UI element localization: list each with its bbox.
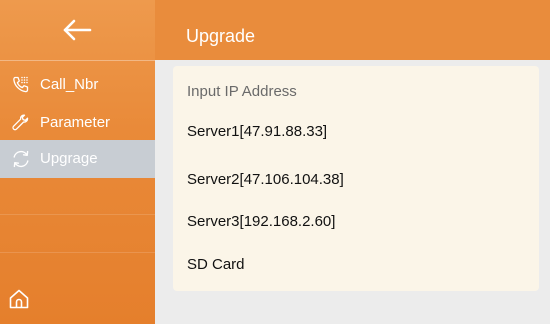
phone-icon	[13, 76, 29, 93]
sidebar-header	[0, 0, 155, 61]
sidebar-item-upgrage[interactable]: Upgrage	[0, 140, 155, 178]
back-arrow-icon	[63, 19, 92, 41]
option-server3[interactable]: Server3[192.168.2.60]	[187, 213, 335, 230]
sidebar-item-parameter[interactable]: Parameter	[0, 104, 155, 142]
option-server1[interactable]: Server1[47.91.88.33]	[187, 123, 327, 140]
wrench-icon	[12, 114, 29, 131]
upgrade-options-card: Input IP Address Server1[47.91.88.33] Se…	[173, 66, 539, 291]
section-heading: Input IP Address	[187, 83, 297, 100]
sidebar-item-label: Upgrage	[40, 150, 98, 167]
refresh-icon	[13, 150, 29, 168]
sidebar-divider	[0, 214, 155, 215]
home-button[interactable]	[7, 287, 31, 311]
home-icon	[9, 289, 29, 309]
page-header: Upgrade	[155, 0, 550, 60]
sidebar-item-label: Call_Nbr	[40, 76, 99, 93]
option-server2[interactable]: Server2[47.106.104.38]	[187, 171, 344, 188]
sidebar-item-label: Parameter	[40, 114, 111, 131]
back-button[interactable]	[57, 15, 97, 45]
sidebar-divider	[0, 252, 155, 253]
page-title: Upgrade	[186, 26, 256, 46]
option-sd-card[interactable]: SD Card	[187, 256, 245, 273]
sidebar: Call_Nbr Parameter Upgrage	[0, 0, 155, 324]
sidebar-item-call-nbr[interactable]: Call_Nbr	[0, 66, 155, 104]
